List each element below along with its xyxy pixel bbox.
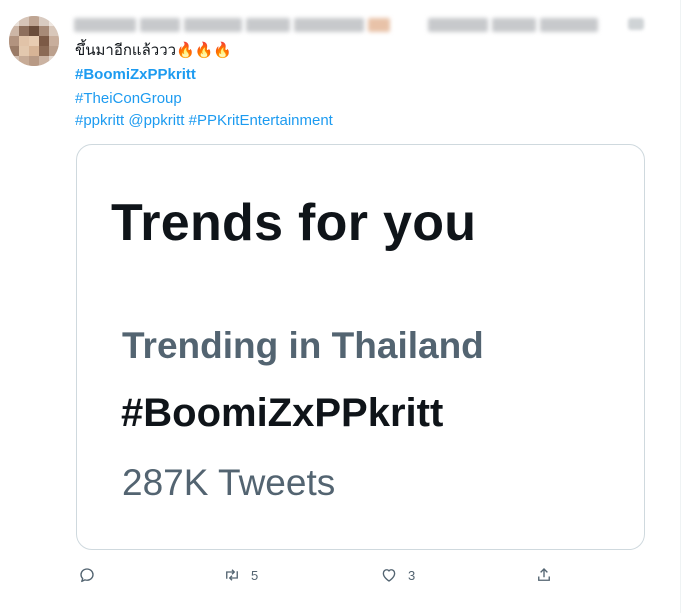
tweet-text-line: ขึ้นมาอีกแล้ววว🔥🔥🔥	[75, 41, 232, 61]
reply-button[interactable]	[78, 566, 96, 584]
share-icon	[538, 568, 550, 581]
avatar[interactable]	[9, 16, 59, 66]
tweet-header-redacted	[74, 14, 598, 36]
fire-emoji-icon: 🔥	[176, 42, 195, 59]
trend-context: Trending in Thailand	[122, 325, 484, 366]
tweet-text: ขึ้นมาอีกแล้ววว	[75, 42, 177, 59]
hashtag-link-group[interactable]: #TheiConGroup	[75, 89, 182, 109]
like-button[interactable]: 3	[380, 566, 415, 584]
trend-name: #BoomiZxPPkritt	[121, 391, 444, 435]
like-count: 3	[408, 567, 416, 583]
more-options-icon[interactable]	[628, 18, 644, 30]
tweet-actions: 5 3	[0, 566, 681, 590]
like-icon	[382, 569, 396, 582]
tags-line[interactable]: #ppkritt @ppkritt #PPKritEntertainment	[75, 111, 333, 131]
reply-icon	[80, 568, 94, 583]
attached-image-card[interactable]: Trends for you Trending in Thailand #Boo…	[76, 144, 645, 550]
hashtag-link-main[interactable]: #BoomiZxPPkritt	[75, 65, 196, 85]
card-title: Trends for you	[111, 194, 477, 252]
fire-emoji-icon: 🔥	[194, 42, 214, 59]
retweet-icon	[226, 569, 238, 581]
share-button[interactable]	[535, 566, 553, 584]
trend-count: 287K Tweets	[122, 462, 336, 503]
retweet-button[interactable]: 5	[223, 566, 258, 584]
fire-emoji-icon: 🔥	[213, 42, 233, 59]
tweet[interactable]: ขึ้นมาอีกแล้ววว🔥🔥🔥 #BoomiZxPPkritt #Thei…	[0, 0, 681, 613]
retweet-count: 5	[251, 567, 259, 583]
